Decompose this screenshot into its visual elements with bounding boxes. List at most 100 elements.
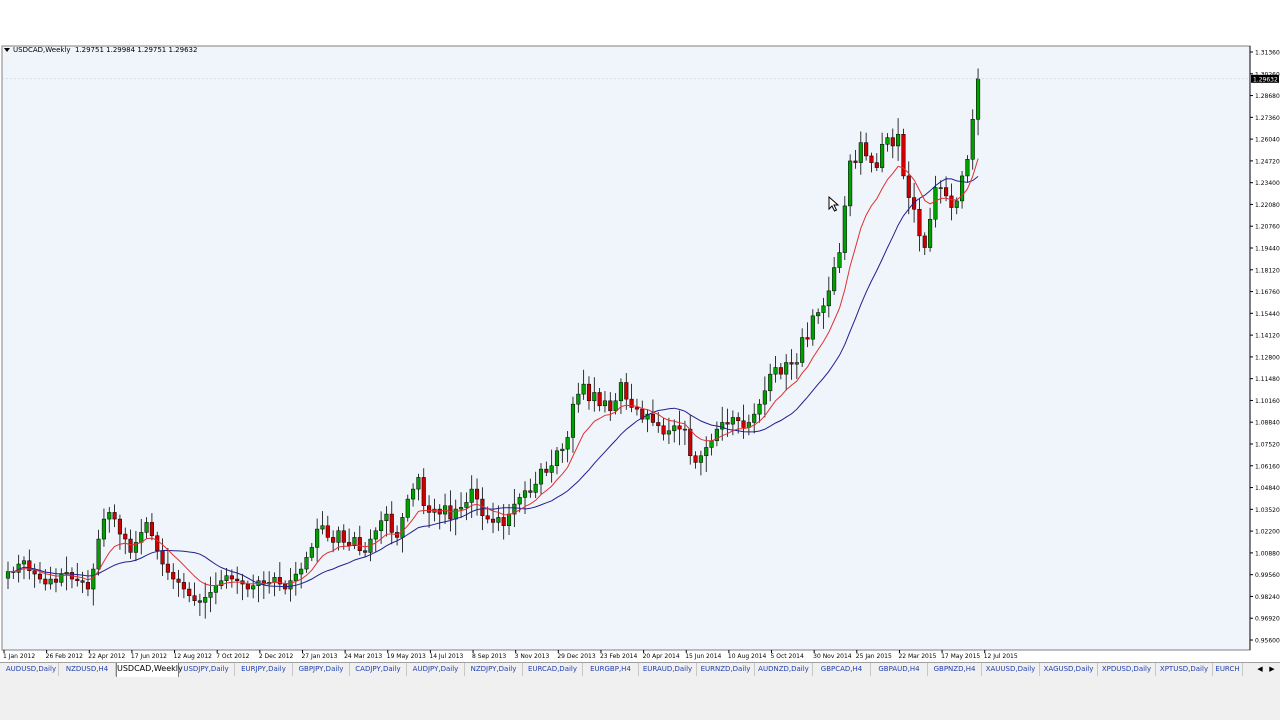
bear-candle-body [43,578,48,585]
bull-candle-body [208,592,213,598]
price-tick-label: 1.18120 [1255,267,1280,274]
bear-candle-body [181,582,186,590]
chart-tab[interactable]: USDJPY,Daily [178,663,235,676]
chart-tab[interactable]: XPTUSD,Daily [1156,663,1213,676]
terminal-bottom-area [0,677,1280,720]
time-tick-label: 2 Dec 2012 [259,653,294,660]
bull-candle-body [976,78,981,120]
chart-tab[interactable]: AUDJPY,Daily [407,663,465,676]
bear-candle-body [922,235,927,248]
plot-area [1,45,1251,651]
chart-tab[interactable]: GBPAUD,H4 [871,663,928,676]
bull-candle-body [533,483,538,493]
price-tick-label: 0.98240 [1255,594,1280,601]
bear-candle-body [688,428,693,457]
time-tick-label: 1 Jan 2012 [3,653,35,660]
bull-candle-body [336,530,341,543]
mouse-pointer-icon [828,196,840,212]
chart-tab[interactable]: EURNZD,Daily [697,663,755,676]
bull-candle-body [773,367,778,375]
bull-candle-body [453,508,458,520]
price-tick-label: 1.28680 [1255,93,1280,100]
chart-tab[interactable]: XPDUSD,Daily [1098,663,1156,676]
time-tick-label: 26 Feb 2012 [46,653,84,660]
price-tick-label: 1.11480 [1255,376,1280,383]
bull-candle-body [5,571,11,579]
bear-candle-body [944,187,949,197]
bull-candle-body [880,144,885,168]
time-tick-label: 7 Oct 2012 [216,653,249,660]
bear-candle-body [661,425,666,435]
bear-candle-body [341,530,346,543]
time-tick-label: 12 Jul 2015 [984,653,1018,660]
chart-tab[interactable]: NZDUSD,H4 [59,663,116,676]
price-tick-label: 1.19440 [1255,246,1280,253]
bull-candle-body [21,560,27,565]
chart-tab[interactable]: GBPCAD,H4 [813,663,871,676]
bull-candle-body [592,392,597,402]
chart-tab[interactable]: USDCAD,Weekly [116,663,183,678]
bull-candle-body [752,413,757,423]
time-tick-label: 17 Jun 2012 [131,653,167,660]
bull-candle-body [213,585,218,593]
chart-tab[interactable]: XAGUSD,Daily [1040,663,1098,676]
chart-tab[interactable]: GBPJPY,Daily [293,663,350,676]
bear-candle-body [485,515,490,520]
price-tick-label: 0.95600 [1255,638,1280,645]
bear-candle-body [171,572,176,580]
bear-candle-body [624,382,629,400]
chart-tab[interactable]: EURCAD,Daily [523,663,583,676]
bull-candle-body [400,517,405,538]
chart-tab[interactable]: NZDJPY,Daily [465,663,523,676]
chart-tab[interactable]: EURCH [1213,663,1243,676]
price-chart[interactable]: 1.313601.302601.286801.273601.260401.247… [0,44,1280,662]
bull-candle-body [496,517,501,523]
bear-candle-body [389,513,394,533]
toolbar-area [0,0,1280,44]
bear-candle-body [155,535,160,551]
chart-window[interactable]: USDCAD,Weekly 1.29751 1.29984 1.29751 1.… [0,44,1280,662]
tab-scroll-arrows: ◀ ▶ [1254,663,1280,676]
bear-candle-body [869,155,874,163]
bull-candle-body [299,568,304,575]
chart-tab[interactable]: AUDNZD,Daily [755,663,813,676]
bull-candle-body [315,528,320,548]
chart-tab[interactable]: GBPNZD,H4 [928,663,982,676]
time-tick-label: 19 May 2013 [387,653,426,660]
bear-candle-body [421,477,426,506]
bear-candle-body [544,468,549,473]
bull-candle-body [704,447,709,457]
chart-tab[interactable]: CADJPY,Daily [350,663,407,676]
bear-candle-body [427,505,432,513]
bull-candle-body [304,557,309,570]
bear-candle-body [501,517,506,526]
chart-tab[interactable]: EURJPY,Daily [235,663,293,676]
bull-candle-body [816,312,821,317]
bull-candle-body [48,578,53,585]
chart-tab[interactable]: EURGBP,H4 [583,663,639,676]
bull-candle-body [666,430,671,435]
price-tick-label: 0.96920 [1255,616,1280,623]
tab-scroll-left-icon[interactable]: ◀ [1254,663,1266,675]
time-tick-label: 24 Mar 2013 [344,653,382,660]
chart-symbol: USDCAD,Weekly [13,46,71,54]
bull-candle-body [762,390,767,405]
dropdown-triangle-icon[interactable] [4,48,10,52]
chart-tab[interactable]: XAUUSD,Daily [982,663,1040,676]
bear-candle-body [789,362,794,365]
bull-candle-body [698,455,703,463]
bull-candle-body [293,573,298,581]
bear-candle-body [677,425,682,430]
tab-scroll-right-icon[interactable]: ▶ [1266,663,1278,675]
time-tick-label: 23 Feb 2014 [600,653,638,660]
bear-candle-body [331,537,336,543]
chart-tab[interactable]: AUDUSD,Daily [4,663,59,676]
time-tick-label: 15 Jun 2014 [685,653,721,660]
chart-tab[interactable]: EURAUD,Daily [639,663,697,676]
bull-candle-body [933,187,938,220]
bear-candle-body [32,570,37,575]
bear-candle-body [528,490,533,493]
candle [901,128,906,180]
bull-candle-body [757,403,762,415]
bear-candle-body [325,525,330,538]
